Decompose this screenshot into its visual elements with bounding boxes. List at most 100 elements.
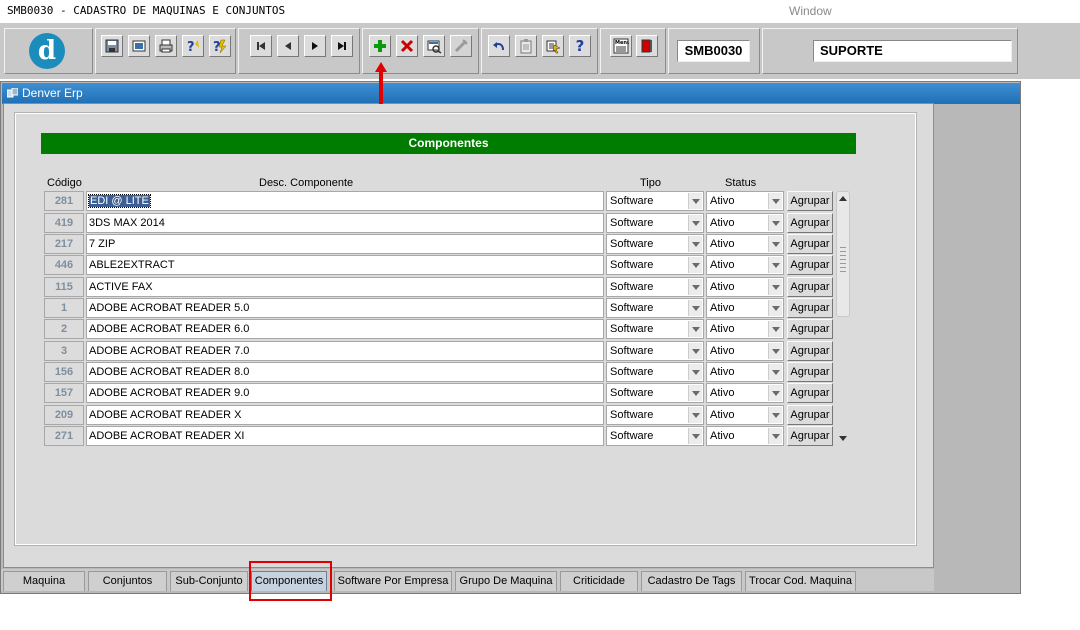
dropdown-arrow-icon[interactable] <box>768 279 782 295</box>
tipo-select[interactable]: Software <box>606 405 704 425</box>
dropdown-arrow-icon[interactable] <box>768 385 782 401</box>
tipo-select[interactable]: Software <box>606 426 704 446</box>
print-preview-icon[interactable] <box>128 35 150 57</box>
description-field[interactable]: ABLE2EXTRACT <box>86 255 604 275</box>
tipo-select[interactable]: Software <box>606 298 704 318</box>
code-field[interactable]: 209 <box>44 405 84 425</box>
status-select[interactable]: Ativo <box>706 426 784 446</box>
insert-record-icon[interactable] <box>369 35 391 57</box>
agrupar-button[interactable]: Agrupar <box>787 255 833 275</box>
description-field[interactable]: ADOBE ACROBAT READER 5.0 <box>86 298 604 318</box>
scroll-down-icon[interactable] <box>836 432 850 445</box>
agrupar-button[interactable]: Agrupar <box>787 383 833 403</box>
dropdown-arrow-icon[interactable] <box>768 364 782 380</box>
duplicate-record-icon[interactable] <box>423 35 445 57</box>
code-field[interactable]: 157 <box>44 383 84 403</box>
tipo-select[interactable]: Software <box>606 319 704 339</box>
tipo-select[interactable]: Software <box>606 277 704 297</box>
dropdown-arrow-icon[interactable] <box>768 236 782 252</box>
agrupar-button[interactable]: Agrupar <box>787 298 833 318</box>
print-icon[interactable] <box>155 35 177 57</box>
tab-componentes[interactable]: Componentes <box>251 571 327 591</box>
status-select[interactable]: Ativo <box>706 191 784 211</box>
dropdown-arrow-icon[interactable] <box>768 343 782 359</box>
dropdown-arrow-icon[interactable] <box>768 321 782 337</box>
tipo-select[interactable]: Software <box>606 213 704 233</box>
dropdown-arrow-icon[interactable] <box>688 428 702 444</box>
dropdown-arrow-icon[interactable] <box>688 279 702 295</box>
tab-software-por-empresa[interactable]: Software Por Empresa <box>334 571 452 591</box>
exit-icon[interactable] <box>636 35 658 57</box>
dropdown-arrow-icon[interactable] <box>688 385 702 401</box>
tipo-select[interactable]: Software <box>606 191 704 211</box>
query-icon[interactable]: ? <box>182 35 204 57</box>
code-field[interactable]: 217 <box>44 234 84 254</box>
dropdown-arrow-icon[interactable] <box>688 215 702 231</box>
agrupar-button[interactable]: Agrupar <box>787 341 833 361</box>
tab-cadastro-de-tags[interactable]: Cadastro De Tags <box>641 571 742 591</box>
code-field[interactable]: 115 <box>44 277 84 297</box>
tab-maquina[interactable]: Maquina <box>3 571 85 591</box>
description-field[interactable]: 3DS MAX 2014 <box>86 213 604 233</box>
code-field[interactable]: 271 <box>44 426 84 446</box>
dropdown-arrow-icon[interactable] <box>688 321 702 337</box>
dropdown-arrow-icon[interactable] <box>768 257 782 273</box>
dropdown-arrow-icon[interactable] <box>768 215 782 231</box>
list-values-icon[interactable] <box>542 35 564 57</box>
description-field[interactable]: ADOBE ACROBAT READER X <box>86 405 604 425</box>
status-select[interactable]: Ativo <box>706 298 784 318</box>
status-select[interactable]: Ativo <box>706 362 784 382</box>
description-field[interactable]: ADOBE ACROBAT READER 9.0 <box>86 383 604 403</box>
agrupar-button[interactable]: Agrupar <box>787 319 833 339</box>
dropdown-arrow-icon[interactable] <box>768 193 782 209</box>
status-select[interactable]: Ativo <box>706 341 784 361</box>
tab-conjuntos[interactable]: Conjuntos <box>88 571 167 591</box>
tab-sub-conjunto[interactable]: Sub-Conjunto <box>170 571 248 591</box>
dropdown-arrow-icon[interactable] <box>688 257 702 273</box>
dropdown-arrow-icon[interactable] <box>688 407 702 423</box>
tab-grupo-de-maquina[interactable]: Grupo De Maquina <box>455 571 557 591</box>
status-select[interactable]: Ativo <box>706 405 784 425</box>
code-field[interactable]: 1 <box>44 298 84 318</box>
next-record-icon[interactable] <box>304 35 326 57</box>
status-select[interactable]: Ativo <box>706 383 784 403</box>
previous-record-icon[interactable] <box>277 35 299 57</box>
description-field[interactable]: ACTIVE FAX <box>86 277 604 297</box>
code-field[interactable]: 281 <box>44 191 84 211</box>
dropdown-arrow-icon[interactable] <box>768 300 782 316</box>
menu-icon[interactable]: Menu <box>610 35 632 57</box>
tipo-select[interactable]: Software <box>606 234 704 254</box>
scroll-up-icon[interactable] <box>836 192 850 205</box>
undo-icon[interactable] <box>488 35 510 57</box>
description-field[interactable]: EDI @ LITE <box>86 191 604 211</box>
status-select[interactable]: Ativo <box>706 319 784 339</box>
tipo-select[interactable]: Software <box>606 383 704 403</box>
agrupar-button[interactable]: Agrupar <box>787 234 833 254</box>
description-field[interactable]: ADOBE ACROBAT READER 6.0 <box>86 319 604 339</box>
agrupar-button[interactable]: Agrupar <box>787 405 833 425</box>
last-record-icon[interactable] <box>331 35 353 57</box>
status-select[interactable]: Ativo <box>706 277 784 297</box>
paste-icon[interactable] <box>515 35 537 57</box>
delete-record-icon[interactable] <box>396 35 418 57</box>
dropdown-arrow-icon[interactable] <box>688 364 702 380</box>
agrupar-button[interactable]: Agrupar <box>787 213 833 233</box>
help-icon[interactable]: ? <box>569 35 591 57</box>
code-field[interactable]: 2 <box>44 319 84 339</box>
code-field[interactable]: 419 <box>44 213 84 233</box>
window-menu[interactable]: Window <box>789 4 832 18</box>
scrollbar-grip[interactable] <box>840 247 846 273</box>
status-select[interactable]: Ativo <box>706 234 784 254</box>
dropdown-arrow-icon[interactable] <box>688 236 702 252</box>
description-field[interactable]: ADOBE ACROBAT READER 8.0 <box>86 362 604 382</box>
description-field[interactable]: ADOBE ACROBAT READER XI <box>86 426 604 446</box>
code-field[interactable]: 156 <box>44 362 84 382</box>
agrupar-button[interactable]: Agrupar <box>787 191 833 211</box>
dropdown-arrow-icon[interactable] <box>688 343 702 359</box>
tipo-select[interactable]: Software <box>606 341 704 361</box>
dropdown-arrow-icon[interactable] <box>768 428 782 444</box>
tipo-select[interactable]: Software <box>606 362 704 382</box>
clear-record-icon[interactable] <box>450 35 472 57</box>
code-field[interactable]: 446 <box>44 255 84 275</box>
agrupar-button[interactable]: Agrupar <box>787 277 833 297</box>
